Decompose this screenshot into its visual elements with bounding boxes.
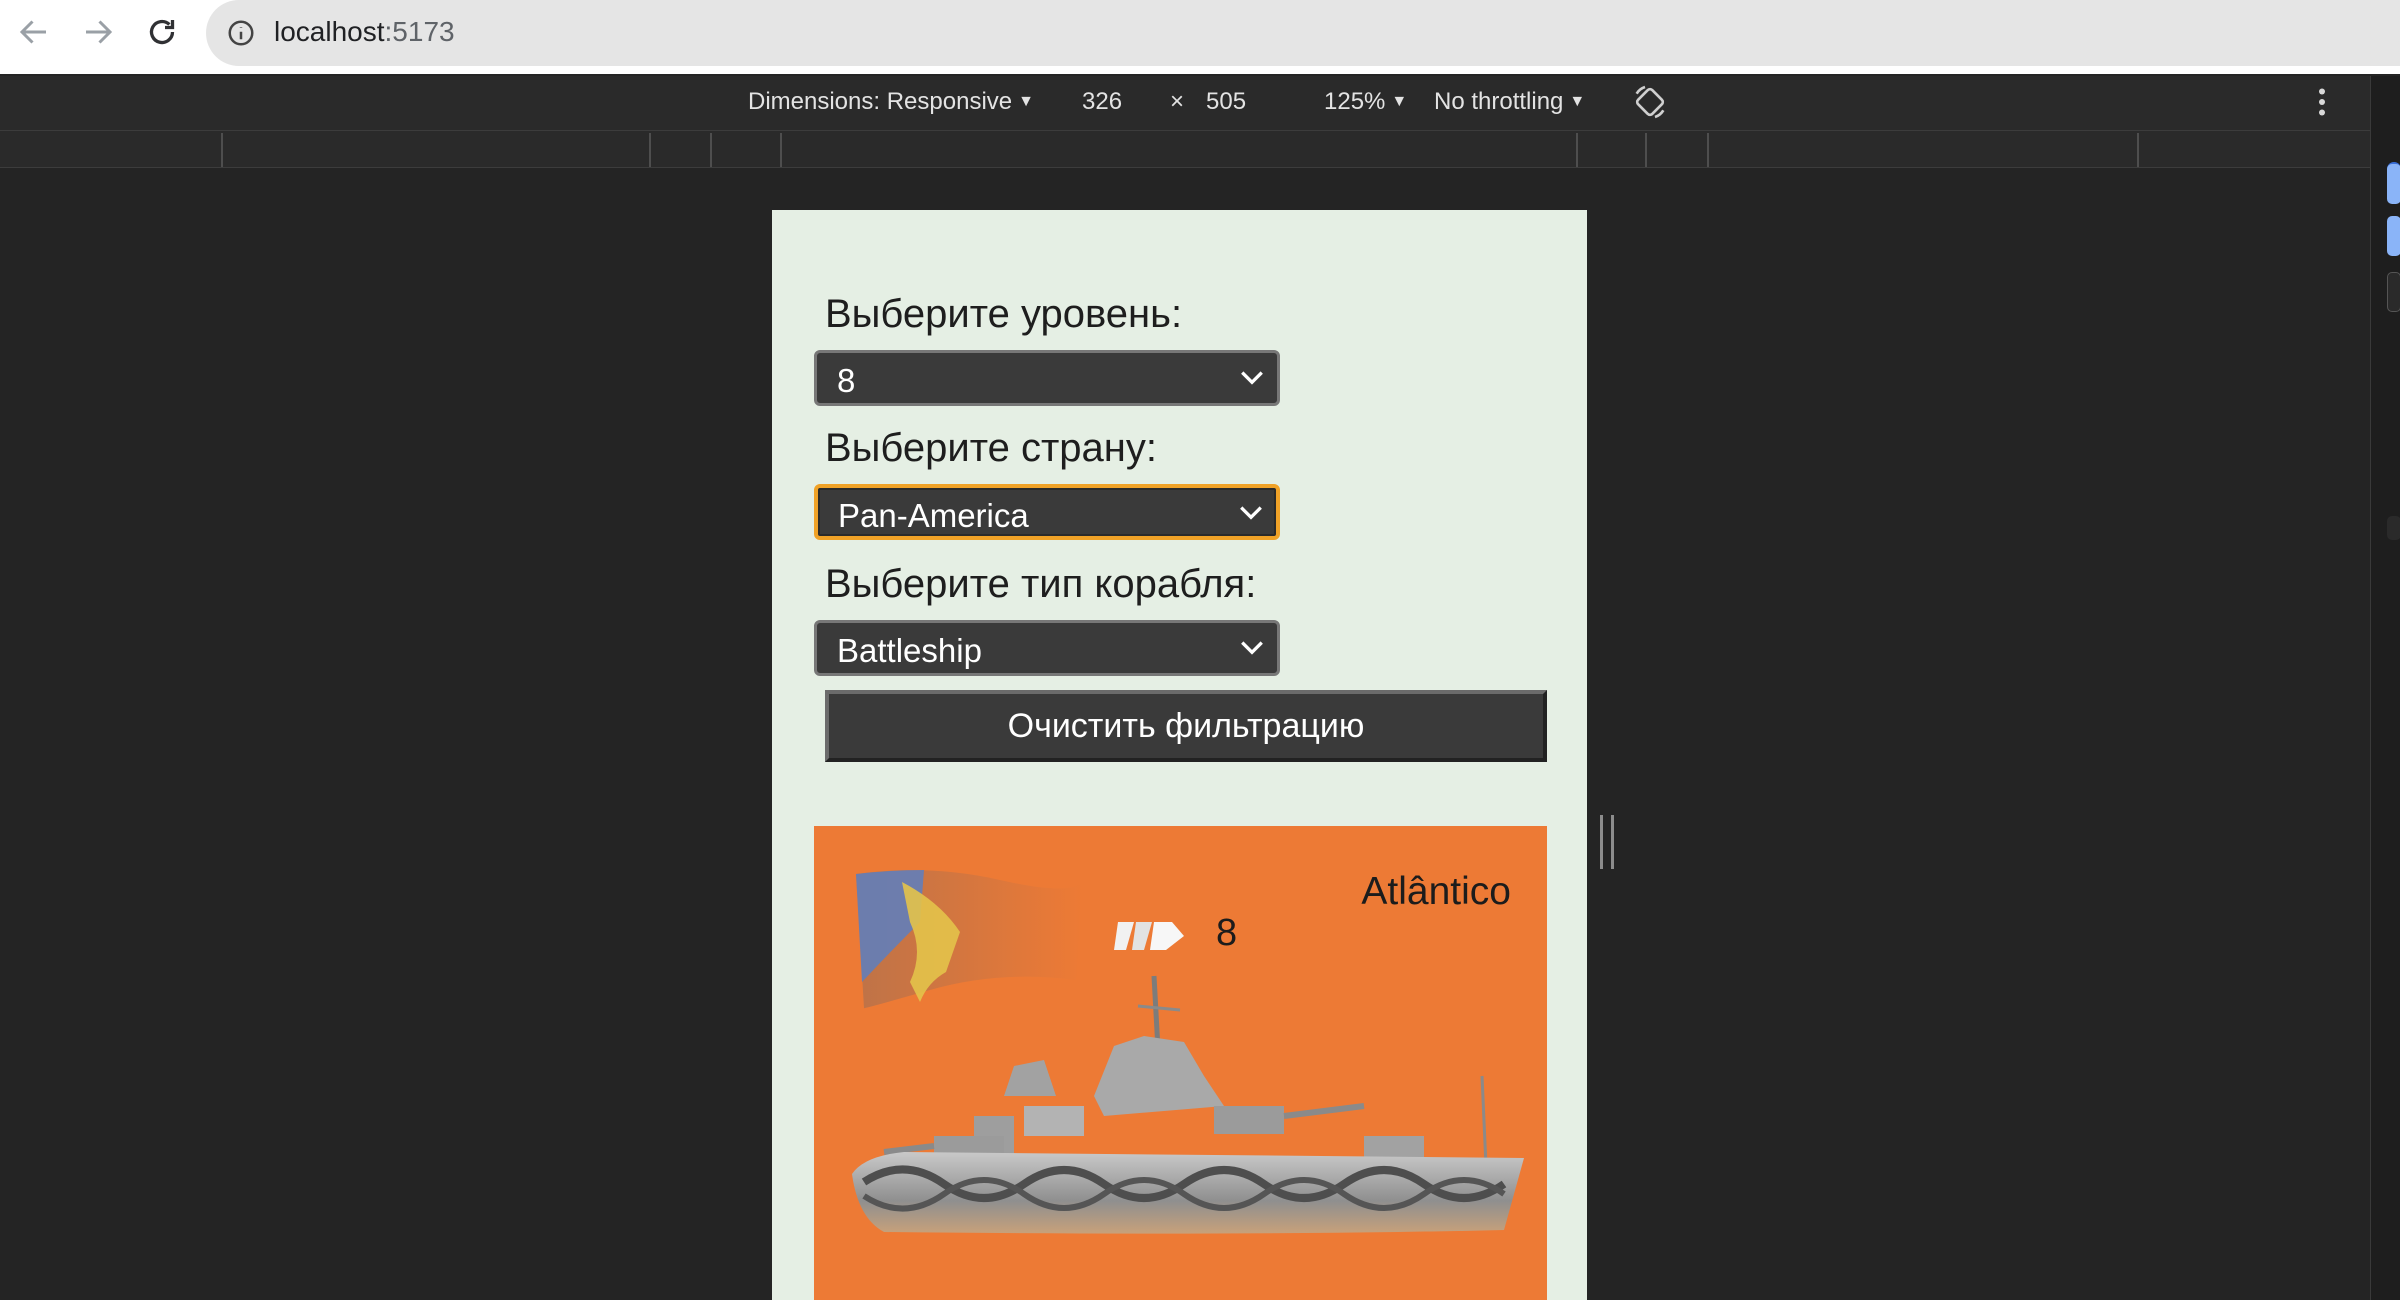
country-select[interactable]: Pan-America (814, 484, 1280, 540)
browser-toolbar: localhost:5173 (0, 0, 2400, 74)
ruler-tick (710, 133, 712, 167)
level-select[interactable]: 8 (814, 350, 1280, 406)
devtools-side-panel (2370, 76, 2400, 1300)
dimensions-label: Dimensions: Responsive (748, 88, 1013, 115)
clear-filters-button[interactable]: Очистить фильтрацию (825, 690, 1547, 762)
viewport-width-input[interactable]: 326 (1082, 88, 1122, 116)
panel-tab[interactable] (2387, 272, 2400, 312)
caret-down-icon: ▼ (1569, 93, 1586, 110)
reload-button[interactable] (140, 10, 184, 54)
chevron-down-icon (1240, 506, 1262, 520)
info-icon[interactable] (226, 18, 256, 48)
device-toolbar: Dimensions: Responsive ▼ 326 × 505 125% ▼ … (0, 76, 2370, 130)
address-bar[interactable]: localhost:5173 (206, 0, 2400, 66)
url-text: localhost:5173 (274, 16, 455, 48)
panel-tab[interactable] (2387, 216, 2400, 256)
level-value: 8 (837, 362, 856, 399)
ruler-tick (1576, 133, 1578, 167)
url-port: :5173 (384, 16, 455, 47)
media-query-ruler (0, 130, 2370, 168)
ship-type-label: Выберите тип корабля: (825, 562, 1257, 606)
arrow-left-icon (19, 20, 46, 44)
country-value: Pan-America (838, 497, 1029, 534)
more-options-icon[interactable] (2310, 84, 2334, 120)
ruler-tick (780, 133, 782, 167)
viewport-height-input[interactable]: 505 (1206, 88, 1246, 116)
level-label: Выберите уровень: (825, 292, 1183, 336)
caret-down-icon: ▼ (1018, 93, 1034, 110)
dimension-separator: × (1170, 88, 1185, 115)
ship-type-value: Battleship (837, 632, 982, 669)
ship-card[interactable]: 8 Atlântico (814, 826, 1547, 1300)
ship-tier: 8 (1216, 912, 1238, 954)
tier-chevron-icon (1114, 922, 1184, 950)
ruler-tick (1645, 133, 1647, 167)
ruler-tick (649, 133, 651, 167)
throttling-dropdown[interactable]: No throttling ▼ (1434, 88, 1585, 116)
ruler-tick (2137, 133, 2139, 167)
forward-button[interactable] (76, 10, 120, 54)
ship-name: Atlântico (1361, 870, 1511, 913)
arrow-right-icon (86, 20, 113, 44)
reload-icon (149, 19, 175, 45)
zoom-label: 125% (1324, 88, 1386, 115)
country-label: Выберите страну: (825, 426, 1157, 470)
dimensions-dropdown[interactable]: Dimensions: Responsive ▼ (748, 88, 1034, 116)
ruler-tick (1707, 133, 1709, 167)
ship-type-select[interactable]: Battleship (814, 620, 1280, 676)
panel-tab[interactable] (2387, 164, 2400, 204)
panel-more[interactable] (2387, 516, 2400, 540)
battleship-image (852, 975, 1524, 1234)
ruler-tick (221, 133, 223, 167)
back-button[interactable] (12, 10, 56, 54)
url-host: localhost (274, 16, 385, 47)
chevron-down-icon (1241, 641, 1263, 655)
caret-down-icon: ▼ (1391, 93, 1408, 110)
zoom-dropdown[interactable]: 125% ▼ (1324, 88, 1407, 116)
viewport-resize-handle[interactable] (1600, 815, 1614, 869)
throttling-label: No throttling (1434, 88, 1564, 115)
chevron-down-icon (1241, 371, 1263, 385)
rotate-icon[interactable] (1630, 82, 1670, 122)
emulated-viewport: Выберите уровень: 8 Выберите страну: Pan… (772, 210, 1587, 1300)
